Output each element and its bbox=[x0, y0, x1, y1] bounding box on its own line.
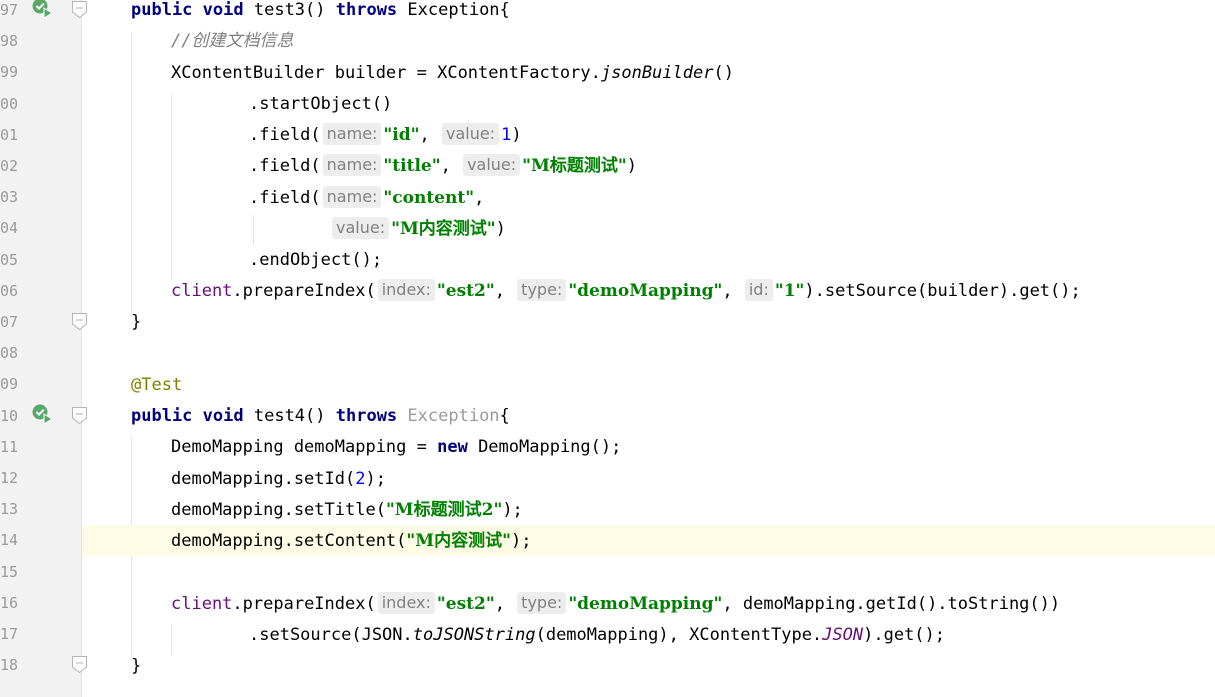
gutter-row: 04 bbox=[0, 213, 1215, 244]
code-line[interactable]: .field(name: "id", value: 1) bbox=[249, 120, 522, 151]
gutter-row: 15 bbox=[0, 557, 1215, 588]
code-line[interactable]: .field(name: "title", value: "M标题测试") bbox=[249, 151, 637, 182]
code-line[interactable]: .field(name: "content", bbox=[249, 183, 484, 214]
gutter-row: 03 bbox=[0, 182, 1215, 213]
code-line[interactable]: } bbox=[131, 307, 141, 338]
param-hint: type: bbox=[517, 279, 567, 301]
param-hint: value: bbox=[441, 123, 500, 145]
line-number[interactable]: 13 bbox=[0, 494, 24, 525]
code-line[interactable]: public void test3() throws Exception{ bbox=[131, 0, 510, 26]
code-line[interactable]: XContentBuilder builder = XContentFactor… bbox=[171, 58, 734, 89]
code-line[interactable]: @Test bbox=[131, 370, 182, 401]
param-hint: index: bbox=[377, 592, 435, 614]
line-number[interactable]: 07 bbox=[0, 307, 24, 338]
line-number[interactable]: 05 bbox=[0, 245, 24, 276]
param-hint: type: bbox=[517, 592, 567, 614]
line-number[interactable]: 97 bbox=[0, 0, 24, 26]
line-number[interactable]: 16 bbox=[0, 588, 24, 619]
line-number[interactable]: 14 bbox=[0, 525, 24, 556]
param-hint: id: bbox=[744, 279, 773, 301]
line-number[interactable]: 11 bbox=[0, 432, 24, 463]
param-hint: name: bbox=[322, 123, 382, 145]
line-number[interactable]: 15 bbox=[0, 557, 24, 588]
code-line[interactable]: .startObject() bbox=[249, 89, 392, 120]
gutter-row: 01 bbox=[0, 120, 1215, 151]
line-number[interactable]: 10 bbox=[0, 401, 24, 432]
fold-marker-icon[interactable] bbox=[71, 0, 88, 19]
gutter-row: 00 bbox=[0, 89, 1215, 120]
param-hint: name: bbox=[322, 154, 382, 176]
line-number[interactable]: 04 bbox=[0, 213, 24, 244]
code-line[interactable]: } bbox=[131, 651, 141, 682]
code-line[interactable]: demoMapping.setId(2); bbox=[171, 464, 386, 495]
gutter-row: 08 bbox=[0, 338, 1215, 369]
code-line[interactable]: .setSource(JSON.toJSONString(demoMapping… bbox=[249, 620, 945, 651]
line-number[interactable]: 18 bbox=[0, 650, 24, 681]
code-line[interactable]: .endObject(); bbox=[249, 245, 382, 276]
line-number[interactable]: 00 bbox=[0, 89, 24, 120]
param-hint: name: bbox=[322, 186, 382, 208]
run-test-icon[interactable] bbox=[31, 0, 53, 19]
code-line[interactable]: DemoMapping demoMapping = new DemoMappin… bbox=[171, 432, 621, 463]
fold-marker-icon[interactable] bbox=[71, 655, 88, 674]
line-number[interactable]: 99 bbox=[0, 57, 24, 88]
line-number[interactable]: 09 bbox=[0, 369, 24, 400]
code-line[interactable]: demoMapping.setContent("M内容测试"); bbox=[171, 526, 531, 557]
param-hint: value: bbox=[463, 154, 521, 176]
code-line[interactable]: demoMapping.setTitle("M标题测试2"); bbox=[171, 495, 523, 526]
line-number[interactable]: 03 bbox=[0, 182, 24, 213]
fold-marker-icon[interactable] bbox=[71, 406, 88, 425]
line-number[interactable]: 02 bbox=[0, 151, 24, 182]
line-number[interactable]: 06 bbox=[0, 276, 24, 307]
code-line[interactable]: client.prepareIndex(index: "est2", type: "… bbox=[171, 276, 1081, 307]
line-number[interactable]: 12 bbox=[0, 463, 24, 494]
code-line[interactable]: public void test4() throws Exception{ bbox=[131, 401, 510, 432]
line-number[interactable]: 98 bbox=[0, 26, 24, 57]
param-hint: index: bbox=[377, 279, 435, 301]
code-line[interactable]: client.prepareIndex(index: "est2", type: "… bbox=[171, 589, 1060, 620]
gutter-row: 09 bbox=[0, 369, 1215, 400]
gutter-row: 07 bbox=[0, 307, 1215, 338]
run-test-icon[interactable] bbox=[31, 403, 53, 425]
fold-marker-icon[interactable] bbox=[71, 312, 88, 331]
code-line[interactable]: //创建文档信息 bbox=[171, 26, 293, 57]
param-hint: value: bbox=[332, 217, 390, 239]
gutter-row: 05 bbox=[0, 245, 1215, 276]
line-number[interactable]: 17 bbox=[0, 619, 24, 650]
gutter-row: 18 bbox=[0, 650, 1215, 681]
line-number[interactable]: 01 bbox=[0, 120, 24, 151]
code-line[interactable]: value: "M内容测试") bbox=[330, 214, 506, 245]
line-number[interactable]: 08 bbox=[0, 338, 24, 369]
